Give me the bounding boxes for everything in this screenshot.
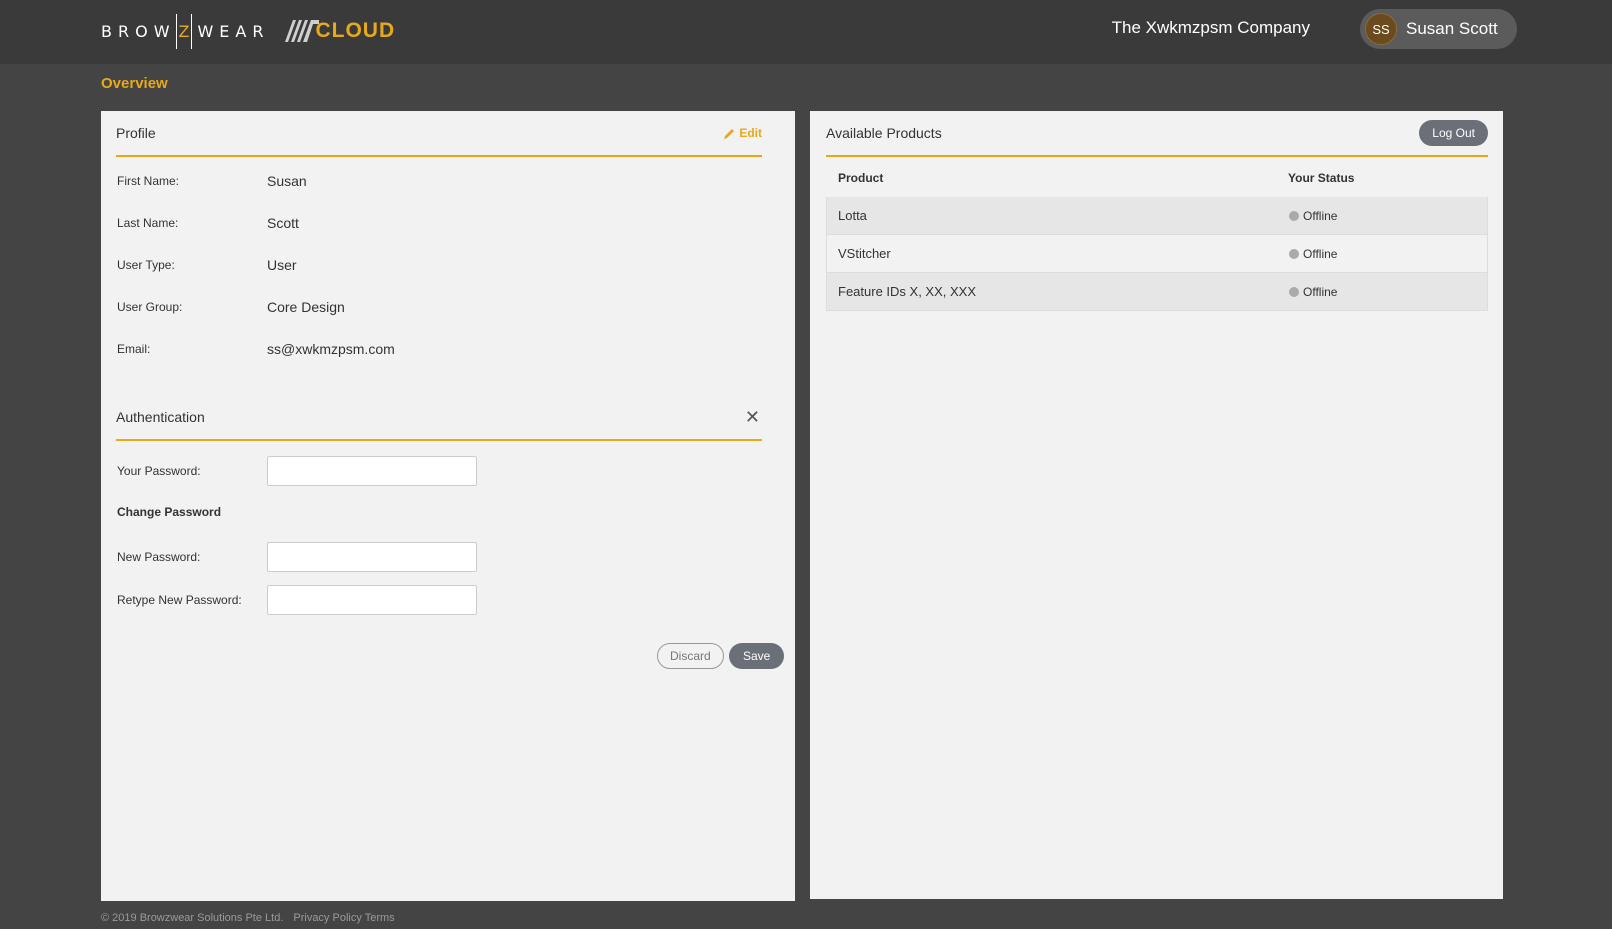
email-value: ss@xwkmzpsm.com	[267, 341, 395, 357]
browzwear-wordmark: BROW Z WEAR	[101, 13, 270, 49]
products-header: Available Products Log Out	[826, 111, 1488, 157]
column-header-product: Product	[838, 171, 884, 185]
save-button[interactable]: Save	[729, 643, 785, 669]
new-password-row: New Password:	[117, 542, 477, 572]
edit-label: Edit	[739, 126, 762, 140]
cloud-logo: CLOUD	[285, 19, 395, 43]
profile-row-last-name: Last Name: Scott	[117, 215, 299, 231]
table-row[interactable]: Feature IDs X, XX, XXX Offline	[826, 273, 1488, 311]
user-group-value: Core Design	[267, 299, 345, 315]
footer: © 2019 Browzwear Solutions Pte Ltd. Priv…	[101, 912, 395, 924]
pencil-icon	[724, 128, 735, 139]
privacy-policy-link[interactable]: Privacy Policy	[293, 912, 361, 924]
products-title: Available Products	[826, 125, 942, 141]
avatar: SS	[1365, 13, 1397, 45]
new-password-label: New Password:	[117, 550, 201, 564]
authentication-title: Authentication	[116, 409, 205, 425]
retype-password-row: Retype New Password:	[117, 585, 477, 615]
user-type-value: User	[267, 257, 297, 273]
column-header-status: Your Status	[1288, 171, 1355, 185]
table-header: Product Your Status	[826, 159, 1488, 197]
status-text: Offline	[1303, 246, 1338, 261]
close-icon[interactable]: ✕	[745, 407, 760, 428]
profile-header: Profile Edit	[116, 111, 762, 157]
status-cell: Offline	[1289, 285, 1337, 299]
your-password-input[interactable]	[267, 456, 477, 486]
status-text: Offline	[1303, 208, 1338, 223]
profile-row-first-name: First Name: Susan	[117, 173, 307, 189]
status-cell: Offline	[1289, 209, 1337, 223]
your-password-label: Your Password:	[117, 464, 201, 478]
cloud-stripes-icon	[285, 20, 320, 42]
log-out-button[interactable]: Log Out	[1419, 120, 1488, 146]
product-name: VStitcher	[838, 246, 891, 261]
user-menu[interactable]: SS Susan Scott	[1360, 9, 1517, 49]
status-dot-icon	[1289, 248, 1299, 259]
table-row[interactable]: VStitcher Offline	[826, 235, 1488, 273]
profile-panel: Profile Edit First Name: Susan Last Name…	[101, 111, 795, 901]
browzwear-logo[interactable]: BROW Z WEAR CLOUD	[101, 9, 395, 53]
product-name: Lotta	[838, 208, 867, 223]
footer-links: Privacy Policy Terms	[293, 912, 394, 924]
table-row[interactable]: Lotta Offline	[826, 197, 1488, 235]
product-name: Feature IDs X, XX, XXX	[838, 284, 976, 299]
last-name-label: Last Name:	[117, 216, 179, 230]
authentication-header: Authentication ✕	[116, 395, 762, 441]
logo-text-start: BROW	[101, 21, 176, 41]
cloud-wordmark: CLOUD	[315, 19, 396, 42]
terms-link[interactable]: Terms	[365, 912, 395, 924]
status-dot-icon	[1289, 286, 1299, 297]
last-name-value: Scott	[267, 215, 299, 231]
profile-title: Profile	[116, 125, 156, 141]
top-bar: BROW Z WEAR CLOUD The Xwkmzpsm Company SS …	[0, 0, 1612, 64]
change-password-heading: Change Password	[117, 505, 222, 519]
your-password-row: Your Password:	[117, 456, 477, 486]
change-password-heading-row: Change Password	[117, 505, 221, 519]
retype-password-label: Retype New Password:	[117, 593, 242, 607]
user-name: Susan Scott	[1406, 19, 1498, 38]
user-group-label: User Group:	[117, 300, 183, 314]
first-name-label: First Name:	[117, 174, 180, 188]
status-cell: Offline	[1289, 247, 1337, 261]
profile-row-email: Email: ss@xwkmzpsm.com	[117, 341, 395, 357]
products-panel: Available Products Log Out Product Your …	[810, 111, 1503, 899]
logo-text-end: WEAR	[197, 21, 270, 41]
email-label: Email:	[117, 342, 151, 356]
new-password-input[interactable]	[267, 542, 477, 572]
discard-button[interactable]: Discard	[657, 643, 724, 669]
status-dot-icon	[1289, 210, 1299, 221]
company-name: The Xwkmzpsm Company	[1111, 18, 1310, 37]
edit-button[interactable]: Edit	[724, 126, 762, 140]
user-type-label: User Type:	[117, 258, 175, 272]
copyright-text: © 2019 Browzwear Solutions Pte Ltd.	[101, 912, 284, 924]
profile-row-user-group: User Group: Core Design	[117, 299, 345, 315]
status-text: Offline	[1303, 284, 1338, 299]
first-name-value: Susan	[267, 173, 307, 189]
logo-z-mark: Z	[175, 13, 193, 49]
profile-row-user-type: User Type: User	[117, 257, 297, 273]
products-table: Product Your Status Lotta Offline VStitc…	[826, 159, 1488, 311]
retype-password-input[interactable]	[267, 585, 477, 615]
page-title: Overview	[101, 75, 168, 92]
